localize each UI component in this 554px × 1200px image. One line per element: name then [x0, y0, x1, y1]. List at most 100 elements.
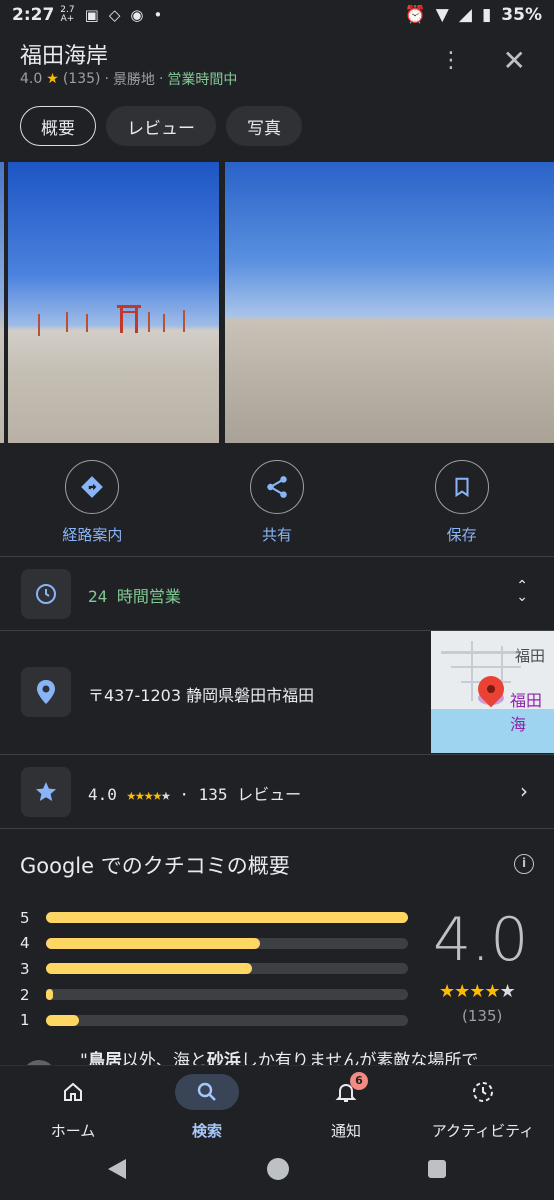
rating-bar-label: 5	[20, 908, 30, 927]
star-icon: ★	[46, 71, 59, 87]
rating-bar-track	[46, 989, 408, 1001]
back-icon[interactable]	[108, 1159, 126, 1179]
rating-bar-track	[46, 937, 408, 949]
rating-bar-row: 4	[20, 931, 410, 957]
average-rating: 4.0	[433, 905, 529, 975]
close-icon[interactable]: ✕	[503, 44, 526, 77]
rating-bar-fill	[46, 937, 260, 949]
share-label: 共有	[262, 526, 293, 544]
battery-icon: ▮	[481, 5, 492, 25]
notification-badge: 6	[350, 1072, 368, 1090]
system-navigation	[0, 1149, 554, 1200]
address-text: 〒437-1203 静岡県磐田市福田	[88, 686, 315, 705]
rating-stars: ★★★★★	[126, 785, 171, 804]
place-category: 景勝地	[112, 72, 155, 88]
action-row: 経路案内 共有 保存	[0, 460, 554, 555]
bottom-navigation: ホーム 検索 6 通知 アクティビティ	[0, 1065, 554, 1149]
info-icon[interactable]: i	[514, 854, 534, 874]
rating-summary: 4.0 ★★★★★ · 135 レビュー	[88, 781, 301, 805]
share-icon	[250, 460, 304, 514]
location-pin-icon	[21, 667, 71, 717]
notification-icon: ▣	[84, 6, 99, 24]
recents-icon[interactable]	[428, 1160, 446, 1178]
nav-search[interactable]: 検索	[142, 1074, 272, 1141]
wifi-icon: ▼	[435, 5, 449, 25]
rating-bar-row: 1	[20, 1007, 410, 1033]
home-button-icon[interactable]	[267, 1158, 289, 1180]
net-speed: 2.7 A+	[60, 5, 75, 24]
map-label: 福田	[515, 647, 546, 665]
save-label: 保存	[446, 526, 477, 544]
separator-dot: ·	[104, 71, 109, 87]
rating-bar-label: 3	[20, 959, 30, 978]
photo-carousel[interactable]	[0, 162, 554, 443]
clock-icon	[21, 569, 71, 619]
tab-overview[interactable]: 概要	[20, 106, 96, 146]
rating-row[interactable]: 4.0 ★★★★★ · 135 レビュー ›	[0, 755, 554, 828]
bookmark-icon	[434, 460, 489, 514]
nav-notifications-label: 通知	[330, 1122, 361, 1140]
nav-activity[interactable]: アクティビティ	[418, 1074, 548, 1141]
photo-partial[interactable]	[0, 162, 4, 443]
map-thumbnail[interactable]: 福田 福田海	[431, 631, 554, 753]
rating-bar-label: 2	[20, 985, 30, 1004]
rating-bar-row: 5	[20, 905, 410, 931]
nav-search-label: 検索	[191, 1122, 222, 1140]
directions-icon	[65, 460, 120, 514]
nav-activity-label: アクティビティ	[431, 1122, 535, 1140]
torii-gate	[117, 305, 141, 333]
directions-label: 経路案内	[62, 526, 123, 544]
tab-reviews[interactable]: レビュー	[106, 106, 216, 146]
rating-bar-track	[46, 1014, 408, 1026]
place-header: 福田海岸 4.0 ★ (135) · 景勝地 · 営業時間中 ⋮ ✕	[0, 36, 554, 96]
more-options-icon[interactable]: ⋮	[440, 48, 462, 73]
star-icon	[21, 767, 71, 817]
bell-icon: 6	[314, 1072, 378, 1110]
average-stars: ★★★★★	[439, 981, 516, 1002]
nav-home-label: ホーム	[50, 1122, 96, 1140]
rating-bar-fill	[46, 963, 253, 975]
nav-notifications[interactable]: 6 通知	[281, 1072, 411, 1141]
eye-icon: ◉	[130, 6, 144, 24]
place-subline: 4.0 ★ (135) · 景勝地 · 営業時間中	[20, 69, 237, 89]
place-title: 福田海岸	[20, 44, 109, 69]
review-summary-title: Google でのクチコミの概要	[20, 854, 290, 878]
diamond-icon: ◇	[108, 6, 121, 24]
rating-bar-track	[46, 912, 408, 924]
review-count-label: 135 レビュー	[198, 785, 302, 804]
separator-dot: ·	[158, 71, 164, 87]
rating-distribution: 5 4 3 2 1	[20, 905, 410, 1033]
rating-bar-row: 3	[20, 956, 410, 982]
divider	[0, 828, 554, 829]
separator-dot: ·	[179, 785, 189, 804]
activity-icon	[451, 1074, 515, 1110]
directions-button[interactable]: 経路案内	[0, 460, 185, 555]
hours-row[interactable]: 24 時間営業 ⌃ ⌄	[0, 557, 554, 630]
signal-icon: ◢	[458, 5, 472, 25]
share-button[interactable]: 共有	[185, 460, 370, 555]
status-time: 2:27	[12, 5, 55, 25]
battery-level: 35%	[501, 5, 542, 25]
rating-bar-track	[46, 963, 408, 975]
dot-icon: •	[153, 6, 163, 24]
chevron-right-icon[interactable]: ›	[520, 779, 528, 803]
tab-photos[interactable]: 写真	[226, 106, 302, 146]
nav-home[interactable]: ホーム	[8, 1074, 138, 1141]
rating-bar-fill	[46, 1014, 79, 1026]
rating-bar-row: 2	[20, 982, 410, 1008]
review-count: (135)	[62, 71, 101, 87]
hours-text: 24 時間営業	[88, 587, 181, 606]
save-button[interactable]: 保存	[369, 460, 554, 555]
photo-beach-wide[interactable]	[225, 162, 554, 443]
rating-value: 4.0	[88, 785, 117, 804]
photo-beach-torii[interactable]	[8, 162, 219, 443]
rating-bar-label: 4	[20, 934, 30, 953]
rating-bar-fill	[46, 989, 54, 1001]
expand-icon[interactable]: ⌃ ⌄	[516, 579, 528, 604]
rating-value: 4.0	[20, 71, 43, 87]
tab-bar: 概要 レビュー 写真	[20, 106, 302, 146]
search-icon	[175, 1074, 239, 1110]
status-bar: 2:27 2.7 A+ ▣ ◇ ◉ • ⏰ ▼ ◢ ▮ 35%	[0, 0, 554, 30]
map-place-label: 福田海	[510, 691, 543, 734]
total-review-count: (135)	[462, 1007, 503, 1025]
